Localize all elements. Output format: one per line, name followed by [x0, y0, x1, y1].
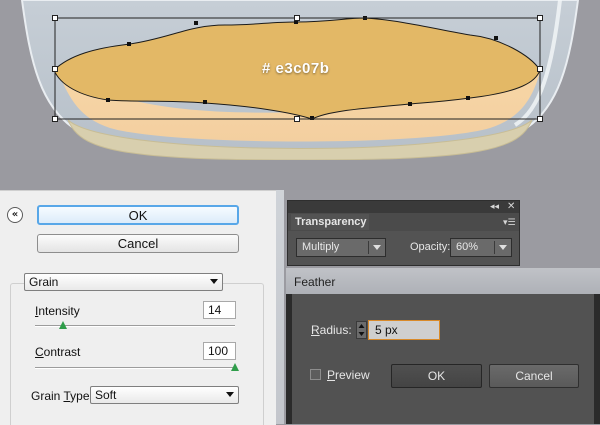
feather-ok-button[interactable]: OK	[391, 364, 482, 388]
color-hex-label: # e3c07b	[262, 60, 330, 77]
grain-type-value: Soft	[95, 388, 117, 402]
contrast-label: Contrast	[35, 345, 81, 359]
feather-dialog-body	[292, 294, 594, 424]
opacity-label: Opacity:	[410, 241, 451, 253]
filter-ok-button[interactable]: OK	[37, 205, 239, 225]
filter-panel-edge	[276, 190, 284, 424]
contrast-slider-track[interactable]	[35, 367, 235, 369]
grain-type-label: Grain Type:	[31, 389, 93, 403]
double-chevron-up-icon[interactable]: «	[7, 207, 23, 223]
collapse-arrows-icon[interactable]: ◂◂	[490, 202, 499, 212]
intensity-input[interactable]: 14	[203, 301, 236, 319]
chevron-down-icon	[210, 279, 218, 284]
chevron-down-icon	[226, 392, 234, 397]
radius-input[interactable]: 5 px	[368, 320, 440, 340]
tab-transparency[interactable]: Transparency	[291, 214, 369, 230]
preview-label[interactable]: Preview	[327, 368, 370, 382]
intensity-label: Intensity	[35, 304, 80, 318]
feather-cancel-button[interactable]: Cancel	[489, 364, 579, 388]
panel-title-strip[interactable]	[288, 201, 519, 213]
filter-select[interactable]: Grain	[24, 273, 223, 291]
chevron-down-icon	[499, 245, 507, 250]
feather-dialog: Feather	[286, 268, 600, 424]
radius-stepper[interactable]	[356, 321, 367, 339]
stepper-arrows-icon	[358, 324, 365, 336]
opacity-value: 60%	[456, 241, 479, 253]
grain-type-select[interactable]: Soft	[90, 386, 239, 404]
transparency-panel: ◂◂ ✕ Transparency ▾☰ Multiply Opacity: 6…	[287, 200, 520, 266]
opacity-field[interactable]: 60%	[450, 238, 512, 257]
contrast-input[interactable]: 100	[203, 342, 236, 360]
preview-checkbox[interactable]	[310, 369, 321, 380]
filter-select-value: Grain	[29, 275, 59, 289]
transparency-panel-body: Multiply Opacity: 60%	[288, 231, 519, 265]
blend-mode-select[interactable]: Multiply	[296, 238, 386, 257]
blend-mode-value: Multiply	[302, 241, 340, 253]
chevron-down-icon	[373, 245, 381, 250]
radius-label: Radius:	[311, 323, 352, 337]
panel-menu-icon[interactable]: ▾☰	[503, 218, 516, 228]
close-icon[interactable]: ✕	[507, 201, 515, 212]
contrast-slider-thumb[interactable]	[231, 363, 239, 371]
feather-dialog-title[interactable]: Feather	[286, 268, 600, 294]
intensity-slider-thumb[interactable]	[59, 321, 67, 329]
filter-cancel-button[interactable]: Cancel	[37, 234, 239, 253]
